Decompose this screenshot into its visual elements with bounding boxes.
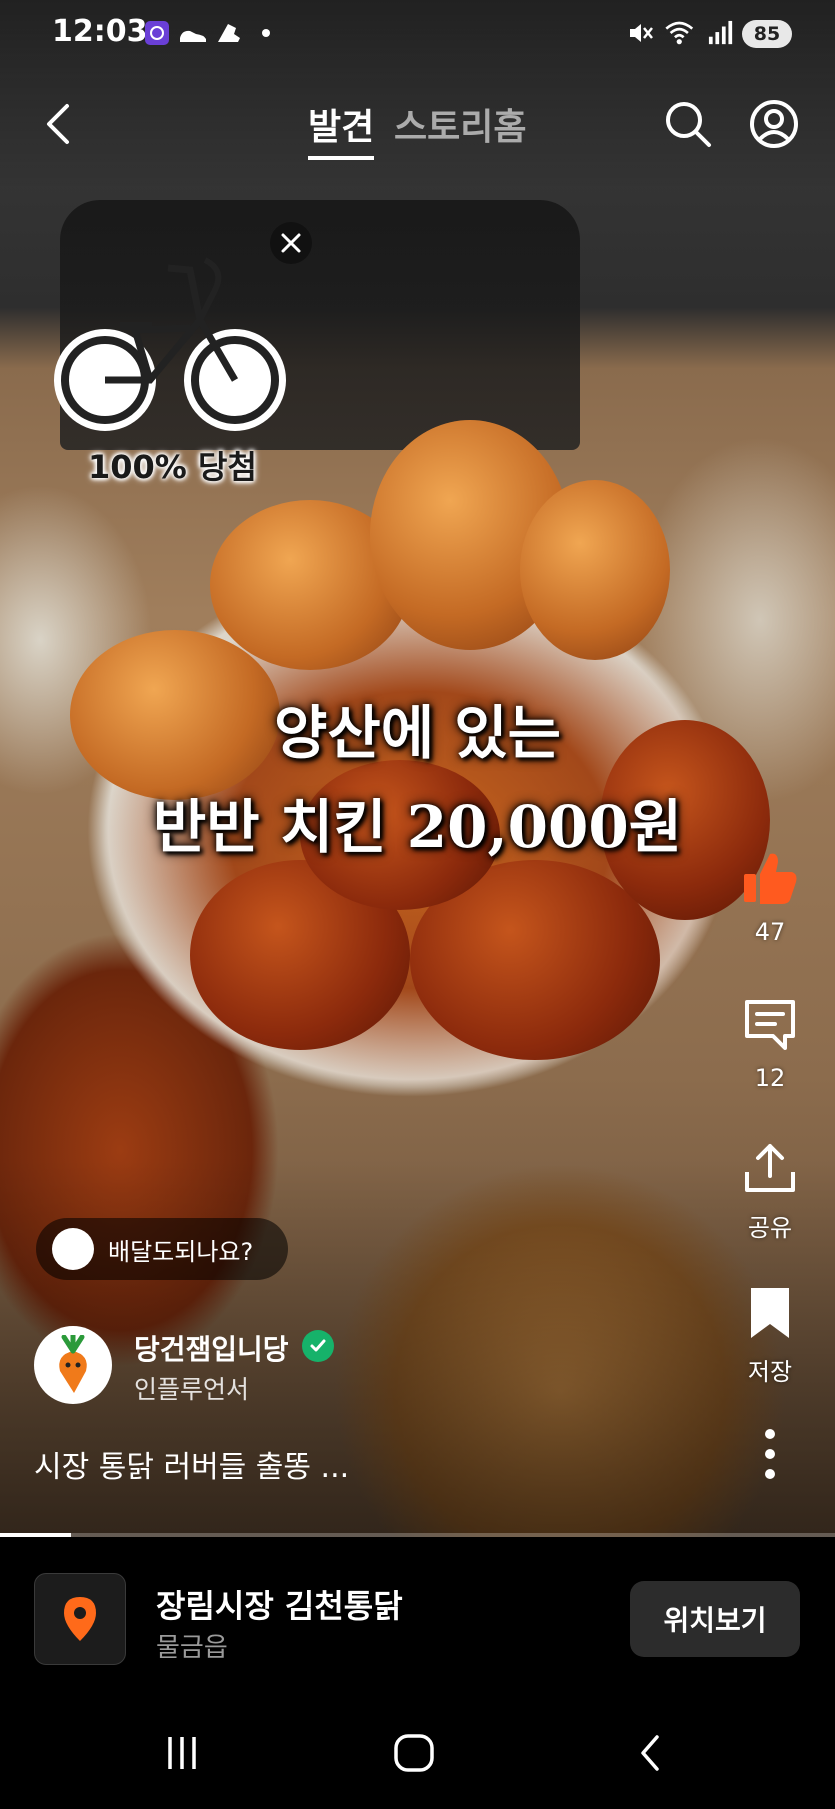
sneaker-icon [218,24,240,42]
location-pin-icon [64,1597,96,1641]
video-caption-line2: 반반 치킨 20,000원 [152,793,683,861]
bicycle-icon [54,257,286,431]
comment-count: 12 [754,1064,786,1092]
author-name[interactable]: 당건잼입니당 [134,1328,289,1368]
wifi-icon [665,21,694,45]
avatar[interactable] [34,1326,112,1404]
location-sub: 물금읍 [156,1633,228,1663]
back-arrow-icon [47,104,69,144]
post-description[interactable]: 시장 통닭 러버들 출똥 ... [34,1442,349,1486]
back-button[interactable] [30,96,86,152]
profile-icon [750,100,798,148]
close-icon [281,233,301,253]
more-button[interactable] [730,1428,810,1484]
author-role: 인플루언서 [134,1375,250,1404]
profile-button[interactable] [746,96,802,152]
location-card[interactable]: 장림시장 김천통닭 물금읍 위치보기 [0,1537,835,1677]
battery-indicator: 85 [742,20,792,48]
dot-icon [262,29,270,37]
share-icon [745,1144,795,1192]
comment-button[interactable]: 12 [730,996,810,1092]
save-label: 저장 [747,1358,793,1386]
chip-avatar [52,1228,94,1270]
app-notification-icon [145,21,169,45]
carrot-icon [59,1335,87,1393]
share-label: 공유 [747,1214,793,1242]
tab-discover[interactable]: 발견 [308,98,375,160]
status-bar: 12:03 85 [0,0,835,68]
more-vertical-icon [765,1429,775,1479]
view-location-button[interactable]: 위치보기 [630,1581,800,1657]
location-icon-box [34,1573,126,1665]
shoe-icon [180,30,206,42]
mute-icon [630,24,653,42]
like-button[interactable]: 47 [730,850,810,946]
back-icon [641,1735,659,1771]
question-chip[interactable]: 배달도되나요? [36,1218,288,1280]
recent-apps-button[interactable] [152,1728,212,1778]
home-button[interactable] [384,1728,444,1778]
author-info[interactable]: 당건잼입니당 인플루언서 [34,1326,454,1406]
video-caption-line1: 양산에 있는 [274,699,561,767]
system-nav-bar [0,1700,835,1809]
promo-banner[interactable]: 100% 당첨 [50,220,312,486]
bookmark-icon [751,1288,789,1338]
thumbs-up-icon [744,853,797,904]
search-icon [666,102,711,147]
system-back-button[interactable] [620,1728,680,1778]
share-button[interactable]: 공유 [730,1140,810,1243]
checkmark-icon [310,1339,326,1352]
like-count: 47 [754,918,786,946]
promo-label: 100% 당첨 [88,448,257,486]
verified-badge [302,1330,334,1362]
recent-apps-icon [168,1737,196,1769]
home-icon [394,1734,434,1772]
location-name: 장림시장 김천통닭 [156,1587,403,1625]
comment-icon [745,1000,795,1050]
top-nav: 발견 스토리홈 [0,88,835,160]
search-button[interactable] [660,96,716,152]
chip-text: 배달도되나요? [108,1237,254,1266]
promo-close-button[interactable] [270,222,312,264]
tab-story-home[interactable]: 스토리홈 [394,98,526,150]
fried-chicken [520,480,670,660]
status-time: 12:03 [52,14,148,49]
signal-icon [708,20,733,45]
save-button[interactable]: 저장 [730,1284,810,1387]
